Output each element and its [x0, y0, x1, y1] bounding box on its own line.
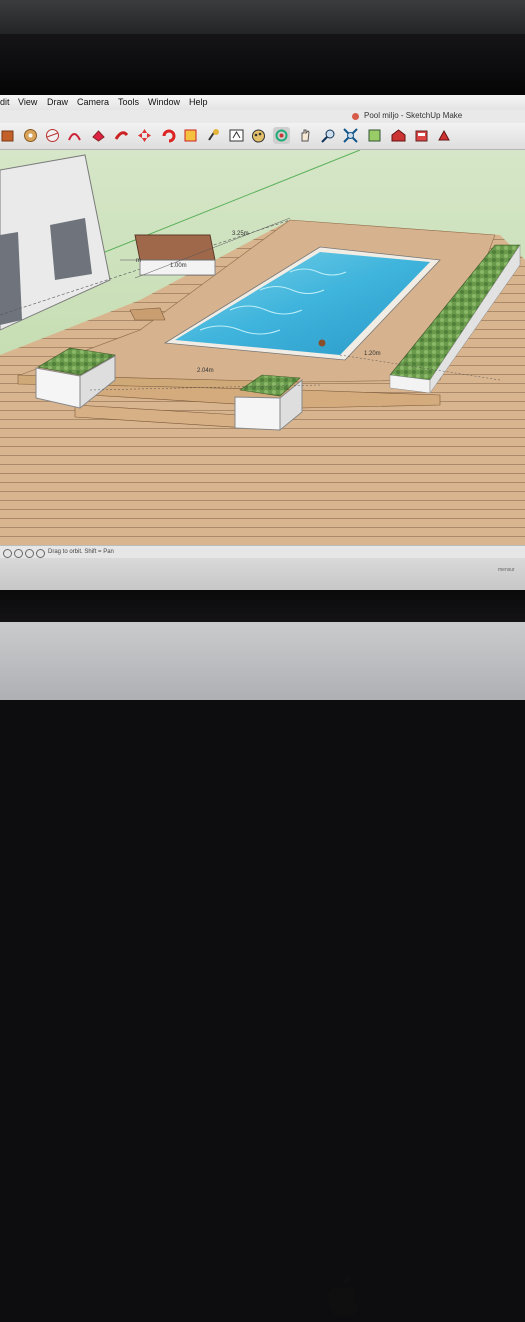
- dimension-label-right[interactable]: 1.20m: [364, 351, 381, 357]
- menu-tools[interactable]: Tools: [118, 97, 139, 107]
- scale-icon[interactable]: [182, 127, 199, 144]
- dimension-label-top[interactable]: 3.25m: [232, 231, 249, 237]
- paint-icon[interactable]: [250, 127, 267, 144]
- share-icon[interactable]: [436, 127, 453, 144]
- status-bar: Drag to orbit. Shift = Pan: [0, 545, 525, 559]
- center-planter-front: [234, 396, 281, 431]
- dimension-label-rail[interactable]: 1.00m: [170, 263, 187, 269]
- user-icon[interactable]: [25, 549, 34, 558]
- window-title: Pool miljo - SketchUp Make: [364, 111, 463, 120]
- pool-model-scene: 3.25m 1.00m m 2.04m 1.20m: [0, 149, 525, 545]
- tape-measure-icon[interactable]: [22, 127, 39, 144]
- zoom-icon[interactable]: [320, 127, 337, 144]
- menu-help[interactable]: Help: [189, 97, 208, 107]
- small-step: [129, 307, 166, 321]
- pan-icon[interactable]: [297, 127, 314, 144]
- menu-bar: dit View Draw Camera Tools Window Help: [0, 95, 525, 111]
- orbit-icon[interactable]: [273, 127, 290, 144]
- credits-icon[interactable]: [14, 549, 23, 558]
- text-icon[interactable]: [228, 127, 245, 144]
- geo-location-icon[interactable]: [3, 549, 12, 558]
- menu-edit[interactable]: dit: [0, 97, 10, 107]
- paint-bucket-icon[interactable]: [0, 127, 17, 144]
- arc-icon[interactable]: [66, 127, 83, 144]
- rotate-icon[interactable]: [160, 127, 177, 144]
- document-icon: [352, 113, 359, 120]
- zoom-extents-icon[interactable]: [342, 127, 359, 144]
- dimension-label-small[interactable]: m: [136, 258, 141, 264]
- protractor-icon[interactable]: [44, 127, 61, 144]
- status-hint: Drag to orbit. Shift = Pan: [48, 549, 114, 555]
- model-viewport[interactable]: 3.25m 1.00m m 2.04m 1.20m: [0, 149, 525, 545]
- dimension-label-bottom[interactable]: 2.04m: [197, 368, 214, 374]
- dimension-icon[interactable]: [205, 127, 222, 144]
- monitor-screen: dit View Draw Camera Tools Window Help P…: [0, 95, 525, 590]
- monitor-chin: [0, 622, 525, 1316]
- menu-camera[interactable]: Camera: [77, 97, 109, 107]
- section-icon[interactable]: [366, 127, 383, 144]
- pool-float: [318, 339, 326, 347]
- window-titlebar: Pool miljo - SketchUp Make: [0, 110, 525, 123]
- apple-logo-icon: [328, 1276, 359, 1316]
- push-pull-icon[interactable]: [90, 127, 107, 144]
- dock-label: mensur: [498, 567, 515, 573]
- move-icon[interactable]: [136, 127, 153, 144]
- monitor-bezel-top: [0, 34, 525, 96]
- extension-icon[interactable]: [413, 127, 430, 144]
- monitor-bezel-bottom: [0, 590, 525, 624]
- back-bench: [134, 234, 216, 261]
- follow-me-icon[interactable]: [113, 127, 130, 144]
- house-window: [50, 218, 92, 280]
- main-toolbar: [0, 123, 525, 150]
- help-icon[interactable]: [36, 549, 45, 558]
- desktop-below-window: mensur: [0, 558, 525, 590]
- warehouse-icon[interactable]: [390, 127, 407, 144]
- menu-draw[interactable]: Draw: [47, 97, 68, 107]
- menu-window[interactable]: Window: [148, 97, 180, 107]
- menu-view[interactable]: View: [18, 97, 37, 107]
